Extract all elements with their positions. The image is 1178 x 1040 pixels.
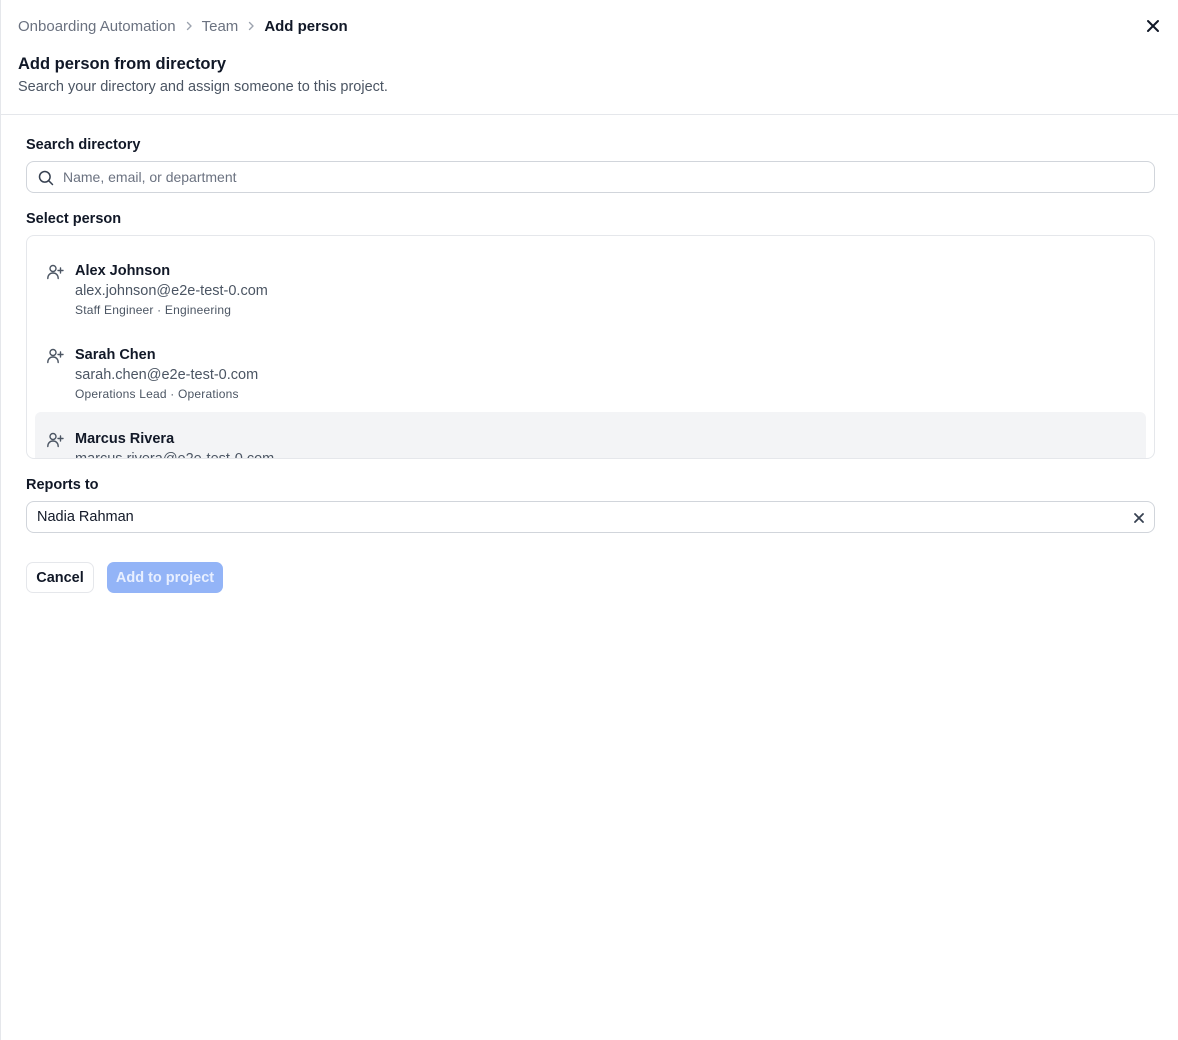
cancel-button[interactable]: Cancel: [26, 562, 94, 593]
breadcrumb-item-team[interactable]: Team: [202, 18, 239, 35]
search-icon: [37, 169, 55, 187]
search-field: [26, 161, 1155, 193]
close-button[interactable]: [1141, 14, 1165, 38]
search-input[interactable]: [63, 162, 1143, 192]
user-plus-icon: [46, 263, 64, 281]
person-name: Marcus Rivera: [75, 431, 175, 447]
reports-to-label: Reports to: [26, 477, 99, 493]
reports-to-combobox[interactable]: Nadia Rahman: [26, 501, 1155, 533]
user-plus-icon: [46, 347, 64, 365]
person-email: sarah.chen@e2e-test-0.com: [75, 367, 259, 383]
breadcrumb: Onboarding Automation Team Add person: [18, 16, 348, 36]
search-label: Search directory: [26, 137, 141, 153]
page-subtitle: Search your directory and assign someone…: [18, 79, 388, 95]
list-item-highlighted[interactable]: Marcus Rivera marcus.rivera@e2e-test-0.c…: [35, 412, 1146, 459]
person-list[interactable]: Alex Johnson alex.johnson@e2e-test-0.com…: [26, 235, 1155, 459]
person-email: alex.johnson@e2e-test-0.com: [75, 283, 268, 299]
user-plus-icon: [46, 431, 64, 449]
add-person-panel: Onboarding Automation Team Add person Ad…: [0, 0, 1178, 1040]
breadcrumb-item-current: Add person: [264, 17, 348, 35]
list-item[interactable]: Sarah Chen sarah.chen@e2e-test-0.com Ope…: [35, 328, 1146, 408]
chevron-right-icon: [238, 16, 264, 36]
person-meta: Operations Lead · Operations: [75, 387, 239, 401]
list-item[interactable]: Alex Johnson alex.johnson@e2e-test-0.com…: [35, 244, 1146, 324]
close-icon: [1147, 20, 1159, 32]
clear-reports-to-button[interactable]: [1129, 508, 1149, 528]
person-meta: Staff Engineer · Engineering: [75, 303, 232, 317]
person-name: Sarah Chen: [75, 347, 156, 363]
chevron-right-icon: [176, 16, 202, 36]
add-to-project-button[interactable]: Add to project: [107, 562, 223, 593]
reports-to-value: Nadia Rahman: [37, 509, 134, 525]
breadcrumb-item-project[interactable]: Onboarding Automation: [18, 18, 176, 35]
page-title: Add person from directory: [18, 55, 227, 73]
select-person-label: Select person: [26, 211, 122, 227]
person-name: Alex Johnson: [75, 263, 171, 279]
clear-icon: [1134, 513, 1144, 523]
panel-header: Onboarding Automation Team Add person Ad…: [1, 0, 1178, 115]
person-email: marcus.rivera@e2e-test-0.com: [75, 451, 275, 459]
